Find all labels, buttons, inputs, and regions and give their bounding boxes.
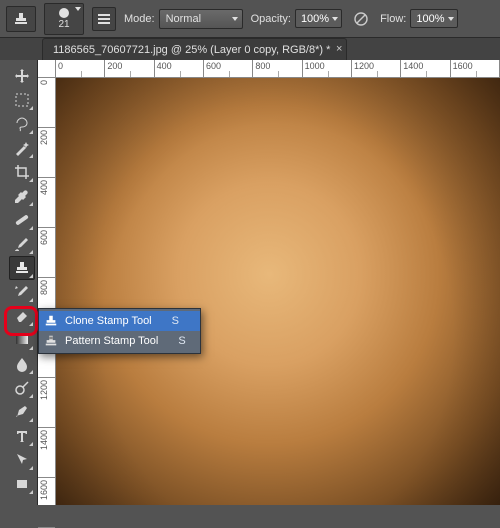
tool-gradient[interactable] bbox=[9, 328, 35, 352]
context-item-label: Clone Stamp Tool bbox=[65, 315, 152, 327]
flow-group: Flow: 100% bbox=[380, 6, 457, 32]
brush-icon bbox=[14, 236, 30, 252]
pen-icon bbox=[14, 404, 30, 420]
stamp-icon bbox=[43, 313, 59, 329]
wand-icon bbox=[14, 140, 30, 156]
eyedropper-icon bbox=[14, 188, 30, 204]
move-icon bbox=[14, 68, 30, 84]
document-tab-close[interactable]: × bbox=[336, 43, 342, 55]
options-bar: 21 Mode: Normal Opacity: 100% Flow: 100% bbox=[0, 0, 500, 38]
tool-brush[interactable] bbox=[9, 232, 35, 256]
crop-icon bbox=[14, 164, 30, 180]
tool-dodge[interactable] bbox=[9, 376, 35, 400]
tool-eraser[interactable] bbox=[9, 304, 35, 328]
blur-icon bbox=[14, 356, 30, 372]
brush-panel-toggle[interactable] bbox=[92, 7, 116, 31]
tablet-pressure-icon bbox=[352, 10, 370, 28]
tool-shape[interactable] bbox=[9, 472, 35, 496]
brush-panel-icon bbox=[96, 11, 112, 27]
context-item-pattern-stamp[interactable]: Pattern Stamp Tool S bbox=[39, 331, 200, 351]
brush-size-label: 21 bbox=[58, 19, 69, 30]
ruler-horizontal[interactable]: 0 200 400 600 800 1000 1200 1400 1600 bbox=[56, 60, 500, 78]
document-tab[interactable]: 1186565_70607721.jpg @ 25% (Layer 0 copy… bbox=[42, 38, 347, 60]
mode-dropdown[interactable]: Normal bbox=[159, 9, 243, 29]
stamp-icon bbox=[14, 260, 30, 276]
flow-value: 100% bbox=[416, 13, 444, 25]
tool-wand[interactable] bbox=[9, 136, 35, 160]
context-item-shortcut: S bbox=[172, 315, 179, 327]
context-item-label: Pattern Stamp Tool bbox=[65, 335, 158, 347]
tool-move[interactable] bbox=[9, 64, 35, 88]
context-item-shortcut: S bbox=[178, 335, 185, 347]
brush-preview-dot bbox=[59, 8, 69, 18]
chevron-down-icon bbox=[448, 17, 454, 21]
document-canvas[interactable] bbox=[56, 78, 500, 505]
mode-group: Mode: Normal bbox=[124, 6, 243, 32]
tools-panel bbox=[6, 60, 38, 505]
stamp-icon bbox=[13, 11, 29, 27]
flow-field[interactable]: 100% bbox=[410, 9, 457, 28]
marquee-icon bbox=[14, 92, 30, 108]
opacity-value: 100% bbox=[301, 13, 329, 25]
tool-marquee[interactable] bbox=[9, 88, 35, 112]
context-item-clone-stamp[interactable]: Clone Stamp Tool S bbox=[39, 311, 200, 331]
canvas-area[interactable]: 0 200 400 600 800 1000 1200 1400 1600 0 … bbox=[38, 60, 500, 505]
brush-preset-picker[interactable]: 21 bbox=[44, 3, 84, 35]
tool-heal[interactable] bbox=[9, 208, 35, 232]
document-tab-row: 1186565_70607721.jpg @ 25% (Layer 0 copy… bbox=[0, 38, 500, 60]
photo-content bbox=[56, 78, 500, 505]
pattern-stamp-icon bbox=[43, 333, 59, 349]
lasso-icon bbox=[14, 116, 30, 132]
ruler-origin[interactable] bbox=[38, 60, 56, 78]
tool-preset-picker[interactable] bbox=[6, 6, 36, 32]
tool-pen[interactable] bbox=[9, 400, 35, 424]
type-icon bbox=[14, 428, 30, 444]
chevron-down-icon bbox=[75, 7, 81, 11]
tool-crop[interactable] bbox=[9, 160, 35, 184]
pressure-opacity-toggle[interactable] bbox=[350, 8, 372, 30]
tool-type[interactable] bbox=[9, 424, 35, 448]
stamp-tool-flyout: Clone Stamp Tool S Pattern Stamp Tool S bbox=[38, 308, 201, 354]
mode-label: Mode: bbox=[124, 13, 155, 25]
path-arrow-icon bbox=[14, 452, 30, 468]
opacity-label: Opacity: bbox=[251, 13, 291, 25]
tool-stamp[interactable] bbox=[9, 256, 35, 280]
tool-blur[interactable] bbox=[9, 352, 35, 376]
band-aid-icon bbox=[14, 212, 30, 228]
mode-value: Normal bbox=[166, 13, 201, 25]
chevron-down-icon bbox=[332, 17, 338, 21]
workspace: 0 200 400 600 800 1000 1200 1400 1600 0 … bbox=[0, 60, 500, 505]
history-brush-icon bbox=[14, 284, 30, 300]
document-tab-title: 1186565_70607721.jpg @ 25% (Layer 0 copy… bbox=[53, 44, 330, 56]
dodge-icon bbox=[14, 380, 30, 396]
chevron-down-icon bbox=[232, 17, 238, 21]
tool-path[interactable] bbox=[9, 448, 35, 472]
gradient-icon bbox=[14, 332, 30, 348]
opacity-field[interactable]: 100% bbox=[295, 9, 342, 28]
flow-label: Flow: bbox=[380, 13, 406, 25]
tool-history-brush[interactable] bbox=[9, 280, 35, 304]
tool-eyedropper[interactable] bbox=[9, 184, 35, 208]
ruler-vertical[interactable]: 0 200 400 600 800 1000 1200 1400 1600 bbox=[38, 78, 56, 505]
tool-lasso[interactable] bbox=[9, 112, 35, 136]
eraser-icon bbox=[14, 308, 30, 324]
rectangle-icon bbox=[14, 476, 30, 492]
opacity-group: Opacity: 100% bbox=[251, 6, 343, 32]
